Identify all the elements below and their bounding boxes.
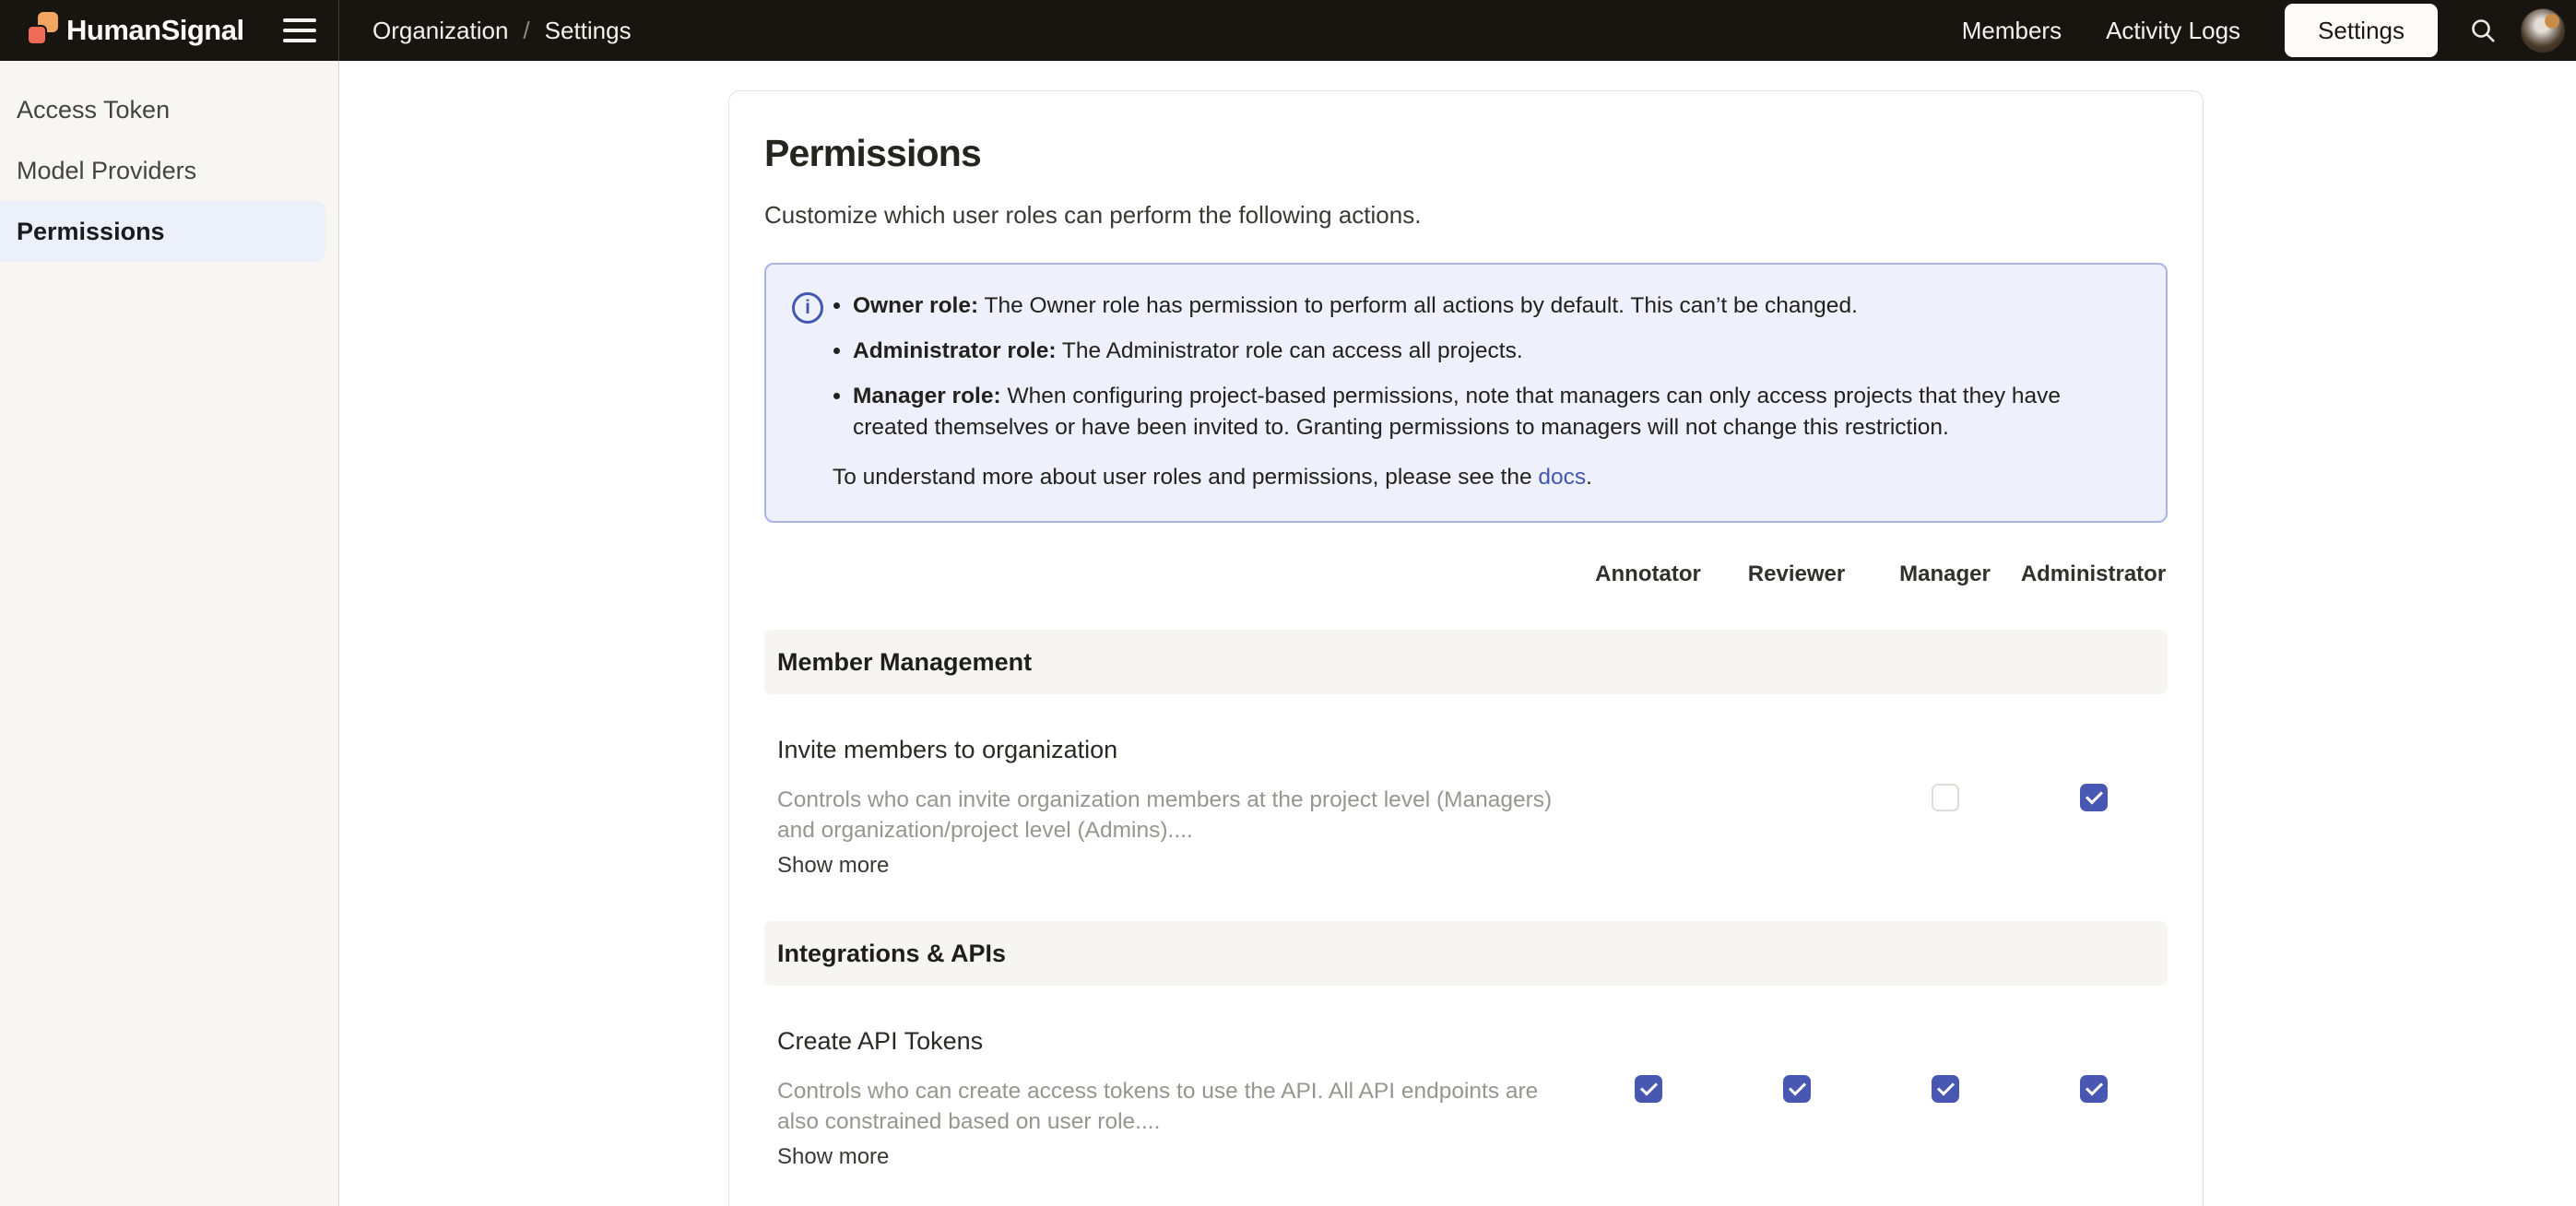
sidebar-item-model-providers[interactable]: Model Providers xyxy=(0,140,338,201)
main-area: Permissions Customize which user roles c… xyxy=(339,61,2576,1206)
callout-bullet-administrator: Administrator role: The Administrator ro… xyxy=(853,336,2138,367)
search-icon[interactable] xyxy=(2462,9,2504,52)
nav-settings-active[interactable]: Settings xyxy=(2285,4,2438,57)
callout-bullet-manager: Manager role: When configuring project-b… xyxy=(853,381,2138,443)
checkbox-apitoken-administrator[interactable] xyxy=(2080,1075,2108,1103)
roles-info-callout: i Owner role: The Owner role has permiss… xyxy=(764,263,2168,523)
top-nav: Members Activity Logs Settings xyxy=(1962,4,2576,57)
page-content: Access Token Model Providers Permissions… xyxy=(0,61,2576,1206)
column-header-reviewer: Reviewer xyxy=(1722,562,1871,587)
hamburger-menu-icon[interactable] xyxy=(283,18,316,42)
permission-name: Create API Tokens xyxy=(777,1027,1574,1056)
checkbox-apitoken-annotator[interactable] xyxy=(1635,1075,1662,1103)
section-member-management: Member Management xyxy=(764,630,2168,694)
breadcrumb-separator: / xyxy=(523,17,529,45)
info-icon: i xyxy=(792,292,823,324)
sidebar-item-permissions[interactable]: Permissions xyxy=(0,201,325,262)
checkbox-invite-manager[interactable] xyxy=(1932,784,1959,811)
docs-link[interactable]: docs xyxy=(1538,465,1586,490)
callout-bullet-owner: Owner role: The Owner role has permissio… xyxy=(853,290,2138,322)
permission-description: Controls who can create access tokens to… xyxy=(777,1076,1574,1137)
show-more-link[interactable]: Show more xyxy=(777,853,889,879)
permission-description: Controls who can invite organization mem… xyxy=(777,785,1574,845)
permission-name: Invite members to organization xyxy=(777,736,1574,764)
checkbox-invite-administrator[interactable] xyxy=(2080,784,2108,811)
page-title: Permissions xyxy=(764,132,2168,175)
column-header-manager: Manager xyxy=(1871,562,2019,587)
permission-row-create-api-tokens: Create API Tokens Controls who can creat… xyxy=(764,986,2168,1170)
permission-row-invite-members: Invite members to organization Controls … xyxy=(764,694,2168,879)
breadcrumb: Organization / Settings xyxy=(372,17,632,45)
checkbox-apitoken-reviewer[interactable] xyxy=(1783,1075,1811,1103)
section-integrations-apis: Integrations & APIs xyxy=(764,921,2168,986)
humansignal-logo-icon xyxy=(24,9,61,52)
column-header-annotator: Annotator xyxy=(1574,562,1722,587)
nav-members[interactable]: Members xyxy=(1962,17,2062,45)
sidebar-item-access-token[interactable]: Access Token xyxy=(0,79,338,140)
column-header-administrator: Administrator xyxy=(2019,562,2168,587)
nav-activity-logs[interactable]: Activity Logs xyxy=(2106,17,2240,45)
brand-area: HumanSignal xyxy=(0,0,339,61)
checkbox-apitoken-manager[interactable] xyxy=(1932,1075,1959,1103)
breadcrumb-settings[interactable]: Settings xyxy=(545,17,632,45)
breadcrumb-organization[interactable]: Organization xyxy=(372,17,508,45)
callout-footer: To understand more about user roles and … xyxy=(833,462,2138,493)
settings-sidebar: Access Token Model Providers Permissions xyxy=(0,61,339,1206)
show-more-link[interactable]: Show more xyxy=(777,1144,889,1170)
user-avatar[interactable] xyxy=(2521,8,2565,53)
page-subtitle: Customize which user roles can perform t… xyxy=(764,201,2168,230)
role-column-headers: Annotator Reviewer Manager Administrator xyxy=(764,562,2168,587)
top-bar: HumanSignal Organization / Settings Memb… xyxy=(0,0,2576,61)
permissions-card: Permissions Customize which user roles c… xyxy=(728,90,2204,1206)
brand-name: HumanSignal xyxy=(66,14,244,47)
